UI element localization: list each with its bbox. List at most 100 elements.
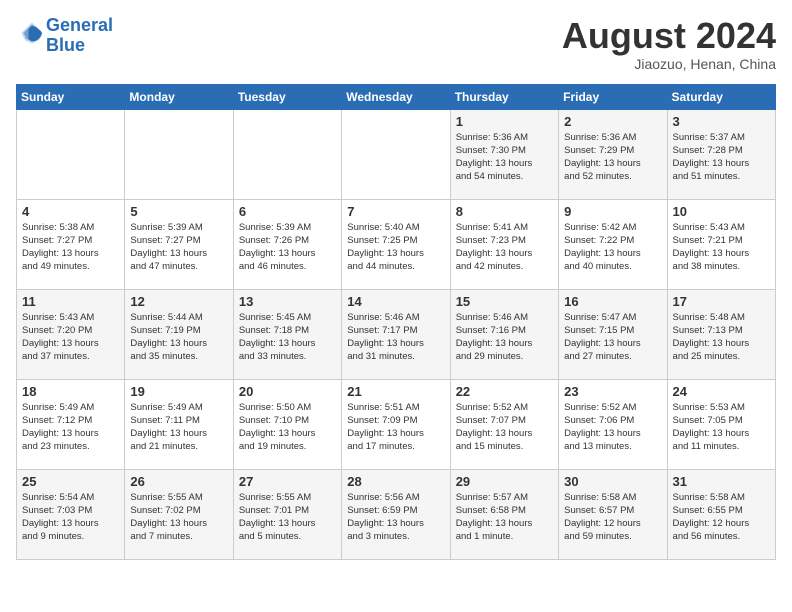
day-number: 12 [130,294,227,309]
day-number: 7 [347,204,444,219]
day-number: 31 [673,474,770,489]
day-number: 2 [564,114,661,129]
logo-text: General Blue [46,16,113,56]
calendar-cell: 25 Sunrise: 5:54 AM Sunset: 7:03 PM Dayli… [17,469,125,559]
cell-content: Sunrise: 5:39 AM Sunset: 7:27 PM Dayligh… [130,221,227,274]
calendar-cell: 1 Sunrise: 5:36 AM Sunset: 7:30 PM Daylig… [450,109,558,199]
cell-content: Sunrise: 5:58 AM Sunset: 6:55 PM Dayligh… [673,491,770,544]
day-number: 22 [456,384,553,399]
cell-content: Sunrise: 5:43 AM Sunset: 7:20 PM Dayligh… [22,311,119,364]
calendar-row: 1 Sunrise: 5:36 AM Sunset: 7:30 PM Daylig… [17,109,776,199]
day-number: 4 [22,204,119,219]
col-header-tuesday: Tuesday [233,84,341,109]
calendar-cell: 9 Sunrise: 5:42 AM Sunset: 7:22 PM Daylig… [559,199,667,289]
calendar-row: 4 Sunrise: 5:38 AM Sunset: 7:27 PM Daylig… [17,199,776,289]
cell-content: Sunrise: 5:36 AM Sunset: 7:29 PM Dayligh… [564,131,661,184]
day-number: 13 [239,294,336,309]
calendar-cell: 27 Sunrise: 5:55 AM Sunset: 7:01 PM Dayli… [233,469,341,559]
day-number: 10 [673,204,770,219]
logo-line2: Blue [46,35,85,55]
calendar-cell: 17Sunrise: 5:48 AM Sunset: 7:13 PM Dayli… [667,289,775,379]
calendar-row: 18 Sunrise: 5:49 AM Sunset: 7:12 PM Dayli… [17,379,776,469]
page-header: General Blue August 2024 Jiaozuo, Henan,… [16,16,776,72]
location: Jiaozuo, Henan, China [562,56,776,72]
cell-content: Sunrise: 5:38 AM Sunset: 7:27 PM Dayligh… [22,221,119,274]
day-number: 21 [347,384,444,399]
cell-content: Sunrise: 5:37 AM Sunset: 7:28 PM Dayligh… [673,131,770,184]
calendar-cell: 29 Sunrise: 5:57 AM Sunset: 6:58 PM Dayli… [450,469,558,559]
logo-icon [18,19,46,47]
cell-content: Sunrise: 5:39 AM Sunset: 7:26 PM Dayligh… [239,221,336,274]
day-number: 30 [564,474,661,489]
cell-content: Sunrise: 5:54 AM Sunset: 7:03 PM Dayligh… [22,491,119,544]
calendar-cell [17,109,125,199]
day-number: 24 [673,384,770,399]
calendar-cell: 16Sunrise: 5:47 AM Sunset: 7:15 PM Dayli… [559,289,667,379]
cell-content: Sunrise: 5:51 AM Sunset: 7:09 PM Dayligh… [347,401,444,454]
cell-content: Sunrise: 5:55 AM Sunset: 7:01 PM Dayligh… [239,491,336,544]
day-number: 29 [456,474,553,489]
cell-content: Sunrise: 5:41 AM Sunset: 7:23 PM Dayligh… [456,221,553,274]
cell-content: Sunrise: 5:52 AM Sunset: 7:06 PM Dayligh… [564,401,661,454]
day-number: 9 [564,204,661,219]
day-number: 23 [564,384,661,399]
day-number: 15 [456,294,553,309]
calendar-cell: 6Sunrise: 5:39 AM Sunset: 7:26 PM Daylig… [233,199,341,289]
calendar-cell: 11Sunrise: 5:43 AM Sunset: 7:20 PM Dayli… [17,289,125,379]
day-number: 20 [239,384,336,399]
day-number: 1 [456,114,553,129]
calendar-cell: 31 Sunrise: 5:58 AM Sunset: 6:55 PM Dayli… [667,469,775,559]
calendar-cell: 7 Sunrise: 5:40 AM Sunset: 7:25 PM Daylig… [342,199,450,289]
cell-content: Sunrise: 5:56 AM Sunset: 6:59 PM Dayligh… [347,491,444,544]
cell-content: Sunrise: 5:45 AM Sunset: 7:18 PM Dayligh… [239,311,336,364]
cell-content: Sunrise: 5:42 AM Sunset: 7:22 PM Dayligh… [564,221,661,274]
cell-content: Sunrise: 5:40 AM Sunset: 7:25 PM Dayligh… [347,221,444,274]
day-number: 26 [130,474,227,489]
calendar-cell: 18 Sunrise: 5:49 AM Sunset: 7:12 PM Dayli… [17,379,125,469]
cell-content: Sunrise: 5:46 AM Sunset: 7:16 PM Dayligh… [456,311,553,364]
col-header-monday: Monday [125,84,233,109]
title-area: August 2024 Jiaozuo, Henan, China [562,16,776,72]
calendar-cell: 20Sunrise: 5:50 AM Sunset: 7:10 PM Dayli… [233,379,341,469]
calendar-row: 25 Sunrise: 5:54 AM Sunset: 7:03 PM Dayli… [17,469,776,559]
calendar-cell: 2 Sunrise: 5:36 AM Sunset: 7:29 PM Daylig… [559,109,667,199]
cell-content: Sunrise: 5:49 AM Sunset: 7:11 PM Dayligh… [130,401,227,454]
calendar-cell: 21 Sunrise: 5:51 AM Sunset: 7:09 PM Dayli… [342,379,450,469]
col-header-saturday: Saturday [667,84,775,109]
cell-content: Sunrise: 5:58 AM Sunset: 6:57 PM Dayligh… [564,491,661,544]
col-header-thursday: Thursday [450,84,558,109]
day-number: 19 [130,384,227,399]
calendar-cell: 23 Sunrise: 5:52 AM Sunset: 7:06 PM Dayli… [559,379,667,469]
logo-line1: General [46,15,113,35]
calendar-cell: 13 Sunrise: 5:45 AM Sunset: 7:18 PM Dayli… [233,289,341,379]
col-header-friday: Friday [559,84,667,109]
day-number: 8 [456,204,553,219]
calendar-cell: 14Sunrise: 5:46 AM Sunset: 7:17 PM Dayli… [342,289,450,379]
cell-content: Sunrise: 5:52 AM Sunset: 7:07 PM Dayligh… [456,401,553,454]
cell-content: Sunrise: 5:36 AM Sunset: 7:30 PM Dayligh… [456,131,553,184]
calendar-cell: 28Sunrise: 5:56 AM Sunset: 6:59 PM Dayli… [342,469,450,559]
calendar-header-row: SundayMondayTuesdayWednesdayThursdayFrid… [17,84,776,109]
calendar-cell: 12Sunrise: 5:44 AM Sunset: 7:19 PM Dayli… [125,289,233,379]
day-number: 18 [22,384,119,399]
day-number: 27 [239,474,336,489]
day-number: 16 [564,294,661,309]
col-header-sunday: Sunday [17,84,125,109]
day-number: 17 [673,294,770,309]
day-number: 3 [673,114,770,129]
calendar-cell: 4 Sunrise: 5:38 AM Sunset: 7:27 PM Daylig… [17,199,125,289]
day-number: 5 [130,204,227,219]
calendar-cell [342,109,450,199]
cell-content: Sunrise: 5:43 AM Sunset: 7:21 PM Dayligh… [673,221,770,274]
calendar-cell: 15 Sunrise: 5:46 AM Sunset: 7:16 PM Dayli… [450,289,558,379]
cell-content: Sunrise: 5:49 AM Sunset: 7:12 PM Dayligh… [22,401,119,454]
col-header-wednesday: Wednesday [342,84,450,109]
month-title: August 2024 [562,16,776,56]
calendar-table: SundayMondayTuesdayWednesdayThursdayFrid… [16,84,776,560]
cell-content: Sunrise: 5:57 AM Sunset: 6:58 PM Dayligh… [456,491,553,544]
cell-content: Sunrise: 5:46 AM Sunset: 7:17 PM Dayligh… [347,311,444,364]
calendar-cell: 22 Sunrise: 5:52 AM Sunset: 7:07 PM Dayli… [450,379,558,469]
calendar-cell: 19 Sunrise: 5:49 AM Sunset: 7:11 PM Dayli… [125,379,233,469]
calendar-cell: 10 Sunrise: 5:43 AM Sunset: 7:21 PM Dayli… [667,199,775,289]
day-number: 25 [22,474,119,489]
